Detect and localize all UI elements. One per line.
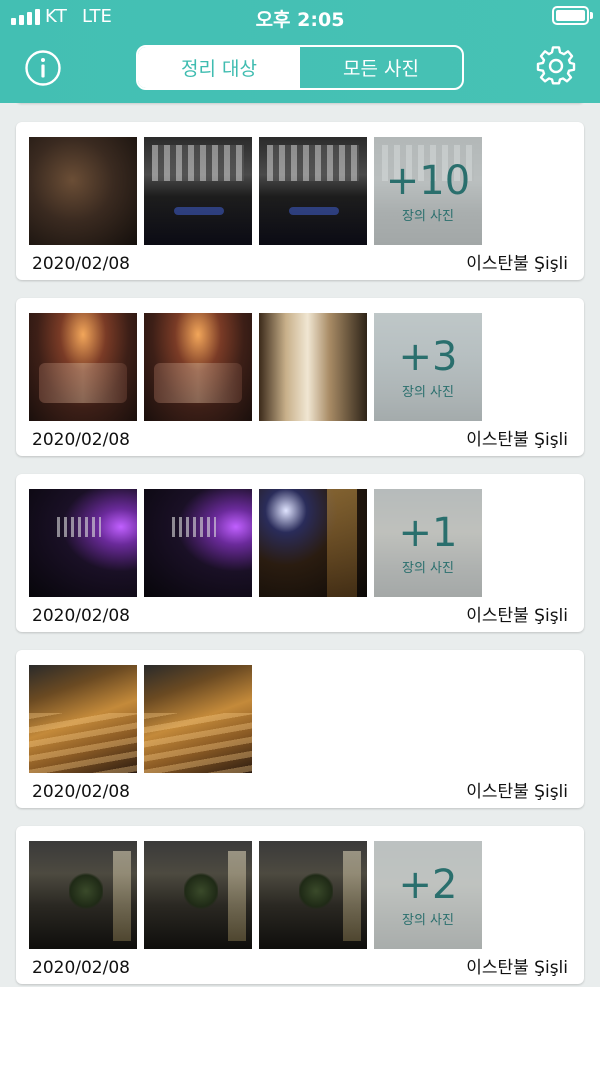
more-photos-count: +1 bbox=[398, 509, 458, 556]
photo-thumbnail[interactable] bbox=[259, 313, 367, 421]
status-time: 오후 2:05 bbox=[255, 9, 345, 31]
more-photos-label: 장의 사진 bbox=[402, 384, 454, 400]
more-photos-thumbnail[interactable]: +2 장의 사진 bbox=[374, 841, 482, 949]
bottom-blank-area bbox=[0, 987, 600, 1067]
group-date: 2020/02/08 bbox=[32, 254, 130, 274]
segmented-control: 정리 대상 모든 사진 bbox=[136, 45, 464, 90]
photo-thumbnail[interactable] bbox=[144, 137, 252, 245]
group-date: 2020/02/08 bbox=[32, 606, 130, 626]
photo-thumbnail[interactable] bbox=[259, 137, 367, 245]
photo-thumbnail[interactable] bbox=[29, 489, 137, 597]
group-location: 이스탄불 Şişli bbox=[466, 606, 568, 626]
group-date: 2020/02/08 bbox=[32, 958, 130, 978]
photo-group-card[interactable]: +3 장의 사진 2020/02/08 이스탄불 Şişli bbox=[16, 298, 584, 456]
more-photos-label: 장의 사진 bbox=[402, 208, 454, 224]
status-bar: KT LTE 오후 2:05 bbox=[0, 0, 600, 34]
photo-thumbnail[interactable] bbox=[144, 665, 252, 773]
group-location: 이스탄불 Şişli bbox=[466, 254, 568, 274]
photo-thumbnail[interactable] bbox=[259, 489, 367, 597]
group-date: 2020/02/08 bbox=[32, 782, 130, 802]
photo-group-card[interactable]: +1 장의 사진 2020/02/08 이스탄불 Şişli bbox=[16, 474, 584, 632]
photo-thumbnail[interactable] bbox=[29, 665, 137, 773]
photo-thumbnail[interactable] bbox=[144, 841, 252, 949]
more-photos-thumbnail[interactable]: +10 장의 사진 bbox=[374, 137, 482, 245]
more-photos-thumbnail[interactable]: +1 장의 사진 bbox=[374, 489, 482, 597]
photo-group-list[interactable]: +10 장의 사진 2020/02/08 이스탄불 Şişli +3 장의 사진… bbox=[0, 103, 600, 987]
more-photos-label: 장의 사진 bbox=[402, 912, 454, 928]
tab-cleanup-targets[interactable]: 정리 대상 bbox=[138, 47, 300, 88]
group-location: 이스탄불 Şişli bbox=[466, 958, 568, 978]
group-location: 이스탄불 Şişli bbox=[466, 430, 568, 450]
photo-thumbnail[interactable] bbox=[29, 137, 137, 245]
more-photos-count: +2 bbox=[398, 861, 458, 908]
more-photos-thumbnail[interactable]: +3 장의 사진 bbox=[374, 313, 482, 421]
more-photos-label: 장의 사진 bbox=[402, 560, 454, 576]
photo-group-card[interactable]: 2020/02/08 이스탄불 Şişli bbox=[16, 650, 584, 808]
photo-thumbnail[interactable] bbox=[144, 313, 252, 421]
tab-all-photos[interactable]: 모든 사진 bbox=[300, 47, 462, 88]
photo-thumbnail[interactable] bbox=[259, 841, 367, 949]
app-header: KT LTE 오후 2:05 정리 대상 모든 사진 bbox=[0, 0, 600, 103]
photo-thumbnail[interactable] bbox=[29, 313, 137, 421]
photo-group-card[interactable]: +2 장의 사진 2020/02/08 이스탄불 Şişli bbox=[16, 826, 584, 984]
gear-icon[interactable] bbox=[536, 46, 576, 86]
more-photos-count: +10 bbox=[385, 157, 471, 204]
group-location: 이스탄불 Şişli bbox=[466, 782, 568, 802]
photo-thumbnail[interactable] bbox=[29, 841, 137, 949]
photo-group-card[interactable]: +10 장의 사진 2020/02/08 이스탄불 Şişli bbox=[16, 122, 584, 280]
photo-thumbnail[interactable] bbox=[144, 489, 252, 597]
battery-icon bbox=[552, 6, 593, 25]
group-date: 2020/02/08 bbox=[32, 430, 130, 450]
info-circle-icon[interactable] bbox=[24, 49, 62, 87]
more-photos-count: +3 bbox=[398, 333, 458, 380]
